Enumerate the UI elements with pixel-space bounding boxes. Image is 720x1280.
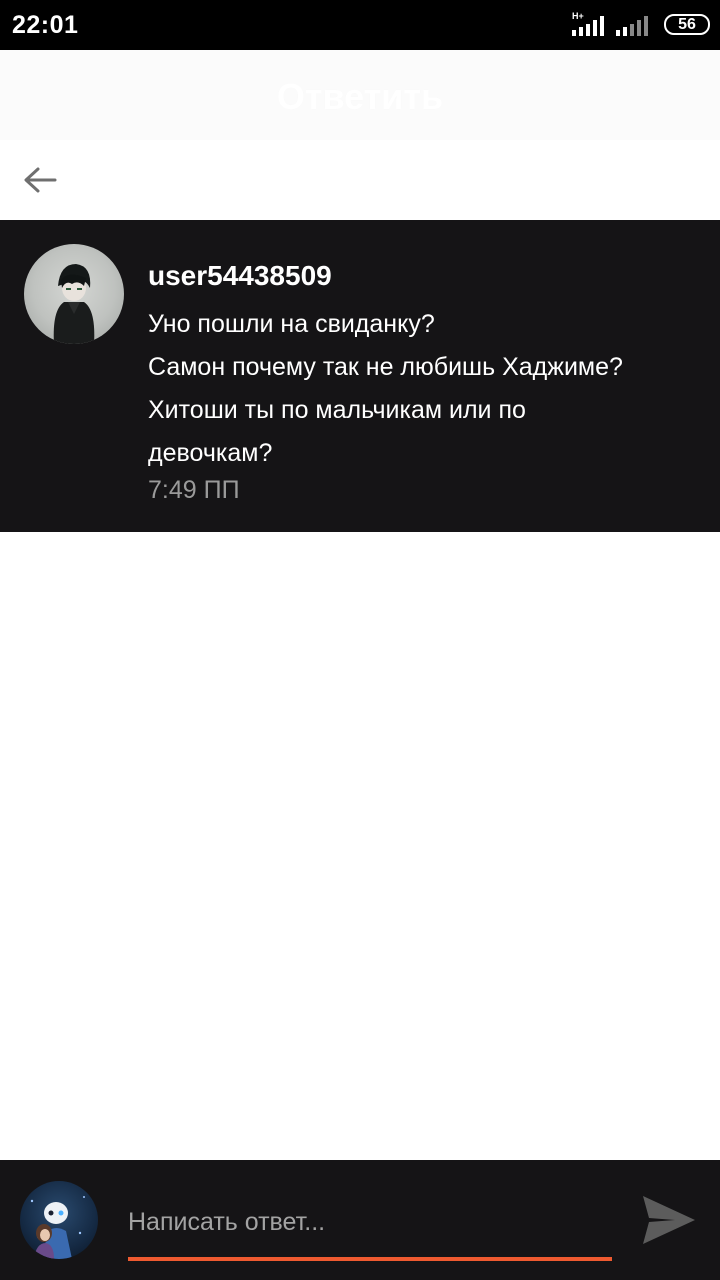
comment-line: Самон почему так не любишь Хаджиме? bbox=[148, 353, 623, 381]
back-button[interactable] bbox=[18, 158, 62, 202]
send-button[interactable] bbox=[640, 1192, 698, 1248]
comment-text: Уно пошли на свиданку? Самон почему так … bbox=[148, 303, 708, 475]
reply-input[interactable] bbox=[128, 1198, 612, 1246]
comment-line: Уно пошли на свиданку? bbox=[148, 310, 435, 338]
avatar-image bbox=[30, 1196, 85, 1259]
avatar[interactable] bbox=[24, 244, 124, 344]
status-time: 22:01 bbox=[12, 11, 79, 39]
battery-icon: 56 bbox=[664, 14, 710, 35]
page-title: Ответить bbox=[276, 76, 444, 117]
header: Ответить bbox=[0, 50, 720, 140]
comment-line: Хитоши ты по мальчикам или по bbox=[148, 396, 526, 424]
send-icon bbox=[643, 1196, 695, 1244]
reply-bar bbox=[0, 1160, 720, 1280]
arrow-left-icon bbox=[24, 167, 57, 193]
status-bar: 22:01 H+ 56 bbox=[0, 0, 720, 50]
toolbar bbox=[0, 140, 720, 220]
status-icons: H+ 56 bbox=[570, 11, 710, 38]
avatar[interactable] bbox=[20, 1181, 98, 1259]
comment-card: user54438509 Уно пошли на свиданку? Само… bbox=[0, 220, 720, 532]
avatar-image bbox=[53, 264, 95, 344]
signal-icon bbox=[616, 16, 648, 36]
input-underline bbox=[128, 1257, 612, 1261]
signal-icon bbox=[572, 16, 604, 36]
comment-username[interactable]: user54438509 bbox=[148, 260, 332, 292]
comment-line: девочкам? bbox=[148, 439, 273, 467]
comment-timestamp: 7:49 ПП bbox=[148, 476, 240, 504]
